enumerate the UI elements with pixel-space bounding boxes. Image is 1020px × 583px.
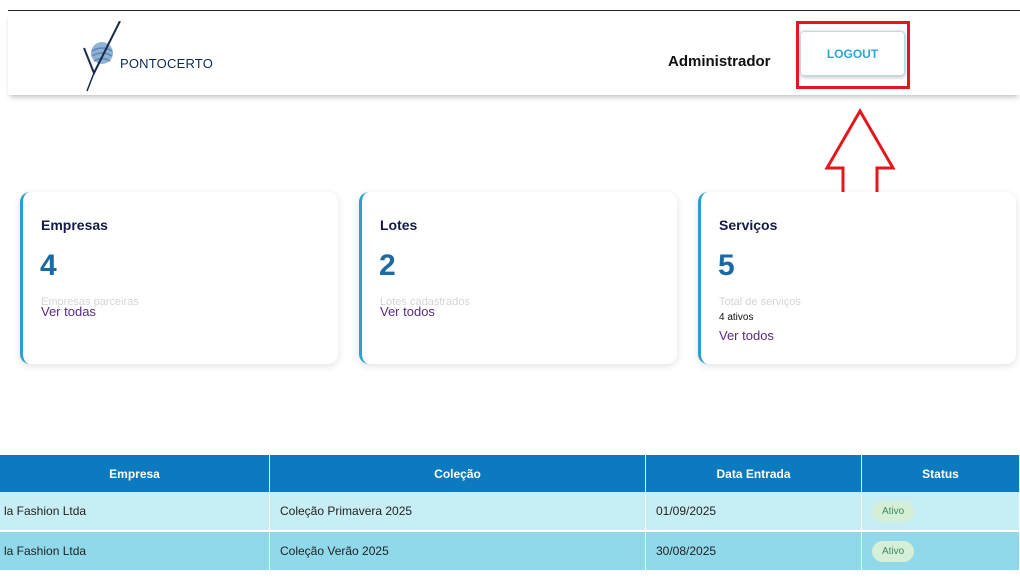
- card-title: Empresas: [41, 217, 108, 233]
- user-role-label: Administrador: [668, 53, 771, 70]
- cell-status: Ativo: [862, 532, 1020, 570]
- card-title: Serviços: [719, 217, 778, 233]
- highlight-annotation-box: [796, 21, 910, 89]
- card-value: 2: [379, 249, 396, 282]
- cell-data-entrada: 30/08/2025: [646, 532, 862, 570]
- ver-todas-empresas-link[interactable]: Ver todas: [41, 304, 96, 319]
- column-header-data-entrada[interactable]: Data Entrada: [646, 455, 862, 492]
- status-badge: Ativo: [872, 500, 915, 522]
- card-value: 5: [718, 249, 735, 282]
- brand-name: PONTOCERTO: [120, 56, 214, 71]
- ver-todos-servicos-link[interactable]: Ver todos: [719, 328, 774, 343]
- card-title: Lotes: [380, 217, 418, 233]
- cell-colecao: Coleção Primavera 2025: [270, 492, 646, 530]
- column-header-status[interactable]: Status: [862, 455, 1020, 492]
- column-header-empresa[interactable]: Empresa: [0, 455, 270, 492]
- cell-empresa: la Fashion Ltda: [0, 492, 270, 530]
- card-description: Total de serviços: [719, 296, 801, 308]
- table-row[interactable]: la Fashion Ltda Coleção Primavera 2025 0…: [0, 492, 1020, 532]
- table-header-row: Empresa Coleção Data Entrada Status: [0, 455, 1020, 492]
- status-badge: Ativo: [872, 540, 915, 562]
- column-header-colecao[interactable]: Coleção: [270, 455, 646, 492]
- card-servicos: Serviços 5 Total de serviços 4 ativos Ve…: [698, 192, 1016, 364]
- card-value: 4: [40, 249, 57, 282]
- lotes-table: Empresa Coleção Data Entrada Status la F…: [0, 455, 1020, 570]
- cell-colecao: Coleção Verão 2025: [270, 532, 646, 570]
- ver-todos-lotes-link[interactable]: Ver todos: [380, 304, 435, 319]
- cell-status: Ativo: [862, 492, 1020, 530]
- page: PONTOCERTO Administrador LOGOUT Empresas…: [0, 0, 1020, 583]
- card-active-count: 4 ativos: [719, 312, 754, 323]
- card-empresas: Empresas 4 Empresas parceiras Ver todas: [20, 192, 338, 364]
- cell-data-entrada: 01/09/2025: [646, 492, 862, 530]
- card-lotes: Lotes 2 Lotes cadastrados Ver todos: [359, 192, 677, 364]
- cell-empresa: la Fashion Ltda: [0, 532, 270, 570]
- table-row[interactable]: la Fashion Ltda Coleção Verão 2025 30/08…: [0, 532, 1020, 570]
- brand-logo[interactable]: PONTOCERTO: [80, 21, 220, 97]
